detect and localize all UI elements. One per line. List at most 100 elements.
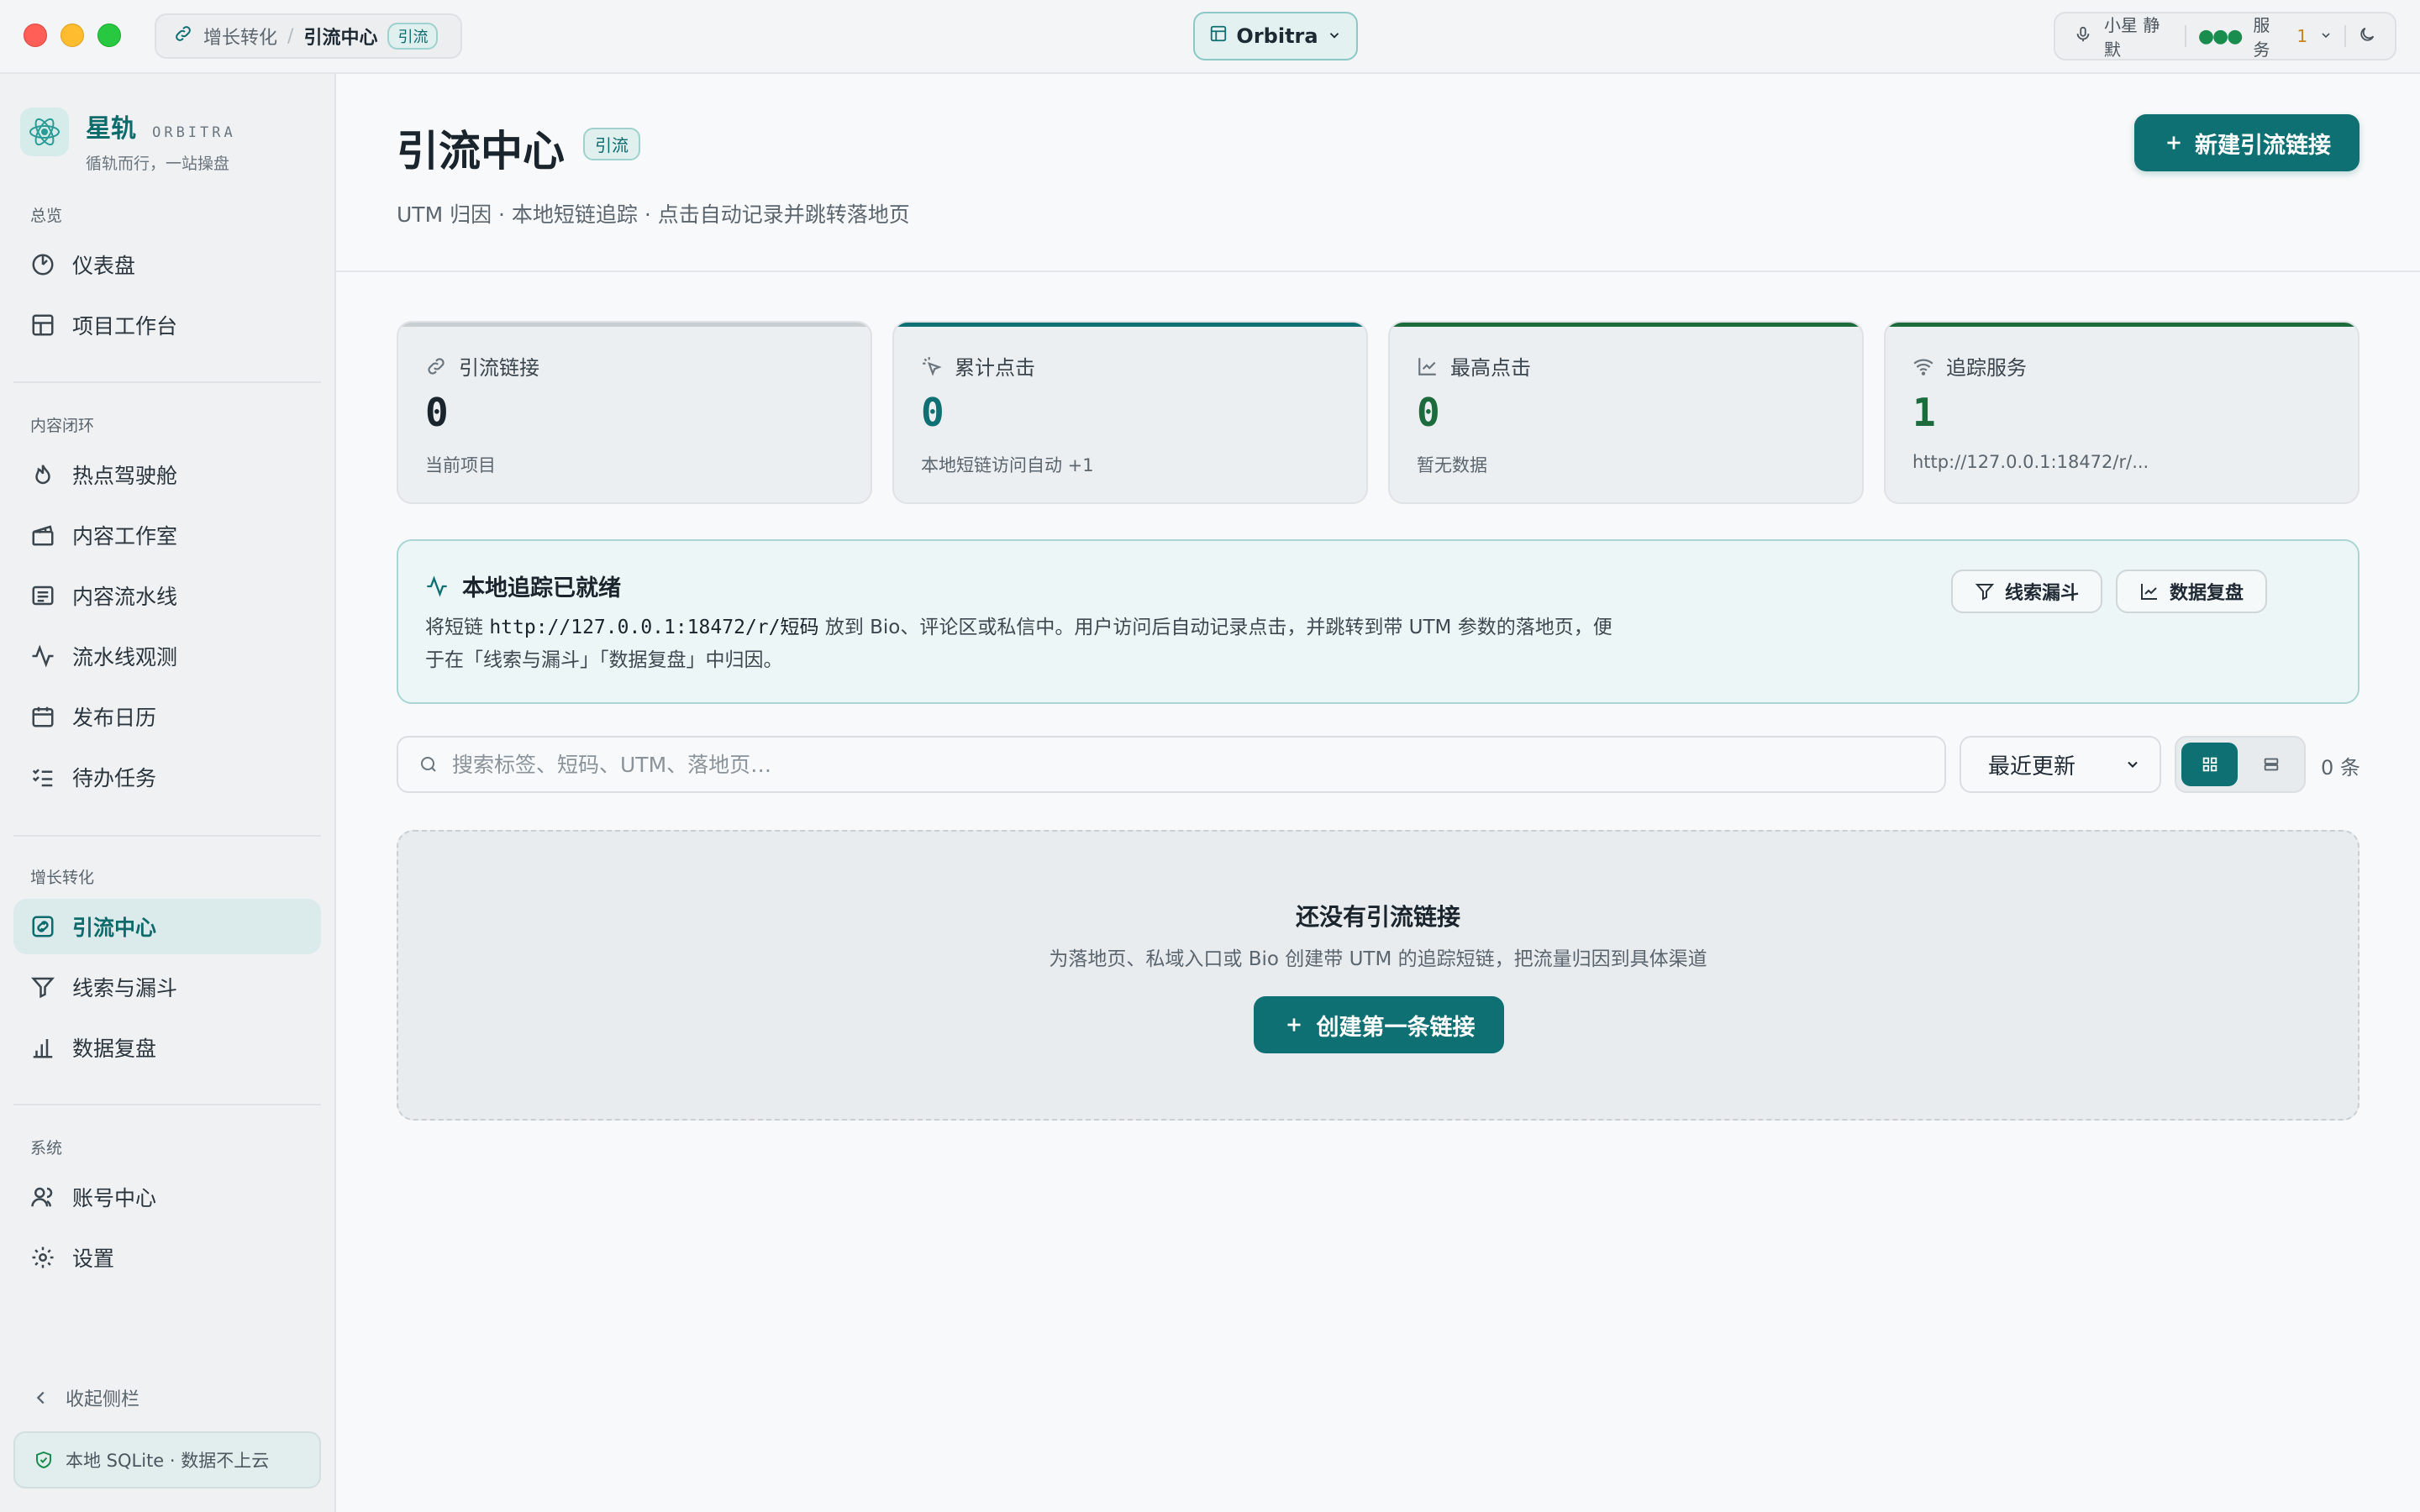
cursor-click-icon [923,356,942,376]
sidebar-item-label: 仪表盘 [72,254,136,278]
sidebar-item-trending-cockpit[interactable]: 热点驾驶舱 [13,447,321,502]
view-toggle [2175,736,2306,793]
gear-icon [32,1247,54,1268]
plus-icon [2167,136,2181,150]
calendar-icon [32,706,54,727]
stat-accent-bar [1390,323,1862,327]
search-box[interactable] [397,736,1946,793]
sidebar-item-label: 引流中心 [72,916,157,940]
sidebar-item-label: 待办任务 [72,766,157,790]
sidebar-item-label: 内容流水线 [72,585,178,609]
sidebar-item-label: 内容工作室 [72,524,178,549]
page-header: 引流中心 引流 UTM 归因 · 本地短链追踪 · 点击自动记录并跳转落地页 新… [336,74,2420,272]
sidebar-item-account-center[interactable]: 账号中心 [13,1169,321,1225]
divider [2344,25,2346,47]
service-label[interactable]: 服务 [2253,12,2285,60]
close-window-button[interactable] [24,24,47,47]
nav-section-system: 系统 [30,1139,63,1158]
stat-note: 暂无数据 [1417,455,1487,475]
stat-note: 本地短链访问自动 +1 [921,455,1094,475]
stat-value: 0 [921,390,944,435]
search-input[interactable] [452,752,1881,777]
breadcrumb-current: 引流中心 [303,28,378,49]
info-desc-prefix: 将短链 [425,617,483,638]
sidebar-item-project-workbench[interactable]: 项目工作台 [13,297,321,353]
sidebar-item-leads-funnel[interactable]: 线索与漏斗 [13,959,321,1015]
brand[interactable]: 星轨 ORBITRA 循轨而行，一站操盘 [20,108,236,174]
data-review-label: 数据复盘 [2169,583,2244,604]
sidebar-item-data-review[interactable]: 数据复盘 [13,1020,321,1075]
stat-card-links: 引流链接 0 当前项目 [397,321,872,504]
chevron-down-icon[interactable] [2319,26,2333,46]
stat-accent-bar [894,323,1366,327]
list-icon [32,585,54,606]
chevron-down-icon [1327,24,1342,48]
funnel-icon [1975,584,1995,601]
leads-funnel-button[interactable]: 线索漏斗 [1951,570,2102,613]
clapper-icon [32,525,54,546]
sidebar-item-content-pipeline[interactable]: 内容流水线 [13,568,321,623]
voice-status[interactable]: 小星 静默 [2104,12,2173,60]
breadcrumb[interactable]: 增长转化 / 引流中心 引流 [155,13,462,59]
chevron-left-icon [36,1391,45,1404]
stat-card-tracking-service: 追踪服务 1 http://127.0.0.1:18472/r/... [1884,321,2360,504]
sort-selected: 最近更新 [1988,753,2076,780]
new-traffic-link-button[interactable]: 新建引流链接 [2134,114,2360,171]
stat-accent-bar [1886,323,2358,327]
chevron-down-icon [2128,761,2138,768]
funnel-icon [30,977,55,999]
leads-funnel-label: 线索漏斗 [2004,583,2079,604]
stat-card-total-clicks: 累计点击 0 本地短链访问自动 +1 [892,321,1368,504]
collapse-sidebar-button[interactable]: 收起侧栏 [32,1384,139,1411]
brand-name: 星轨 [86,114,136,144]
bar-chart-icon [33,1039,53,1058]
tracking-ready-panel: 本地追踪已就绪 将短链 http://127.0.0.1:18472/r/短码 … [397,539,2360,704]
sidebar-item-publish-calendar[interactable]: 发布日历 [13,689,321,744]
shield-check-icon [36,1451,51,1469]
grid-view-button[interactable] [2181,743,2238,786]
sidebar-item-label: 热点驾驶舱 [72,464,178,488]
page-title: 引流中心 [397,127,565,176]
local-storage-text: 本地 SQLite · 数据不上云 [66,1451,270,1471]
service-status-dots: ●●● [2197,25,2244,47]
sort-select[interactable]: 最近更新 [1960,736,2161,793]
stat-card-max-clicks: 最高点击 0 暂无数据 [1388,321,1864,504]
maximize-window-button[interactable] [97,24,121,47]
info-description: 将短链 http://127.0.0.1:18472/r/短码 放到 Bio、评… [425,612,1618,677]
breadcrumb-parent[interactable]: 增长转化 [203,23,277,50]
sidebar-item-todo-tasks[interactable]: 待办任务 [13,749,321,805]
window-titlebar: 增长转化 / 引流中心 引流 Orbitra 小星 静默 ●●● 服务 1 [0,0,2420,74]
sidebar-item-traffic-center[interactable]: 引流中心 [13,899,321,954]
link-icon [428,357,445,375]
sidebar-item-dashboard[interactable]: 仪表盘 [13,237,321,292]
sidebar: 星轨 ORBITRA 循轨而行，一站操盘 总览 仪表盘 项目工作台 内容闭环 热… [0,74,336,1512]
data-review-button[interactable]: 数据复盘 [2116,570,2267,613]
nav-section-overview: 总览 [30,207,63,225]
minimize-window-button[interactable] [60,24,84,47]
brand-slogan: 循轨而行，一站操盘 [86,155,230,173]
atom-logo-icon [20,108,69,156]
sidebar-item-content-studio[interactable]: 内容工作室 [13,507,321,563]
sidebar-item-pipeline-monitor[interactable]: 流水线观测 [13,628,321,684]
microphone-icon[interactable] [2074,25,2092,48]
layout-icon [1209,24,1228,48]
rows-icon [2264,758,2278,771]
create-first-link-button[interactable]: 创建第一条链接 [1254,996,1504,1053]
empty-description: 为落地页、私域入口或 Bio 创建带 UTM 的追踪短链，把流量归因到具体渠道 [1049,948,1707,970]
stat-note: 当前项目 [425,455,496,475]
stat-label: 最高点击 [1450,356,1531,380]
activity-icon [427,575,447,597]
brand-subtitle: ORBITRA [152,124,236,141]
workspace-name: Orbitra [1236,24,1318,48]
flame-icon [35,465,50,485]
workspace-switcher[interactable]: Orbitra [1193,12,1358,60]
list-view-button[interactable] [2243,743,2299,786]
sidebar-divider [13,381,321,383]
moon-icon[interactable] [2358,25,2376,48]
empty-title: 还没有引流链接 [1295,903,1460,931]
sidebar-item-settings[interactable]: 设置 [13,1230,321,1285]
main-content: 引流中心 引流 UTM 归因 · 本地短链追踪 · 点击自动记录并跳转落地页 新… [336,74,2420,1512]
stat-label: 追踪服务 [1946,356,2027,380]
collapse-label: 收起侧栏 [66,1389,140,1410]
wifi-icon [1913,359,1933,375]
